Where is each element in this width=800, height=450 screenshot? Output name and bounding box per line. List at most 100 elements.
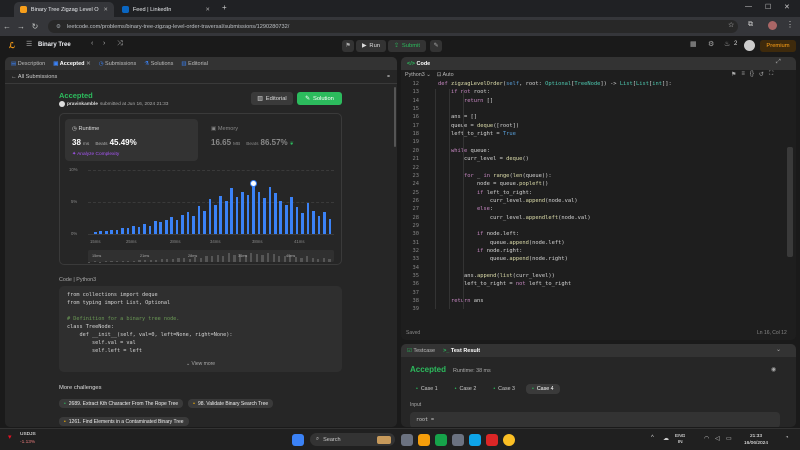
file-explorer-icon[interactable] — [418, 434, 430, 446]
close-tab-icon[interactable]: ✕ — [86, 61, 91, 67]
windows-start-icon[interactable] — [292, 434, 304, 446]
site-info-icon[interactable]: ⚙ — [56, 24, 61, 30]
share-link-icon[interactable]: ⚭ — [386, 73, 391, 80]
shuffle-icon[interactable]: ⤨ — [117, 40, 123, 48]
code-tab[interactable]: </> Code — [407, 61, 430, 67]
editorial-button[interactable]: ▥ Editorial — [251, 92, 293, 105]
runtime-box[interactable]: ◷ Runtime 38 ms Beats 45.49% ✦ Analyze C… — [65, 119, 198, 161]
check-square-icon: ☑ — [407, 347, 412, 354]
tab-description[interactable]: ▤ Description — [11, 61, 45, 67]
tray-chevron-icon[interactable]: ^ — [651, 435, 654, 441]
prev-problem-icon[interactable]: ‹ — [91, 40, 93, 47]
taskbar-search[interactable]: ⌕ Search — [310, 433, 395, 446]
language-indicator[interactable]: ENG IN — [675, 434, 685, 446]
fullscreen-icon[interactable]: ⛶ — [769, 71, 773, 78]
premium-button[interactable]: Premium — [760, 40, 796, 52]
browser-tab-linkedin[interactable]: Feed | LinkedIn ✕ — [116, 2, 216, 17]
format-icon[interactable]: ≡ — [741, 71, 745, 78]
submitted-code: from collections import deque from typing… — [67, 291, 233, 355]
tab-test-result[interactable]: >_ Test Result — [443, 348, 480, 354]
reload-icon[interactable]: ↻ — [28, 22, 42, 31]
task-view-icon[interactable] — [401, 434, 413, 446]
next-problem-icon[interactable]: › — [103, 40, 105, 47]
memory-box[interactable]: ▣ Memory 16.65 MB Beats 86.57% ❦ — [205, 119, 335, 161]
analyze-complexity-link[interactable]: ✦ Analyze Complexity — [72, 152, 119, 157]
histogram-bar — [186, 212, 190, 234]
reset-icon[interactable]: ↺ — [759, 71, 764, 78]
maximize-panel-icon[interactable]: ⤢ — [776, 59, 781, 66]
collapse-panel-icon[interactable]: ⌄ — [776, 346, 781, 353]
close-tab-icon[interactable]: ✕ — [103, 7, 108, 13]
challenge-chip[interactable]: • 1261. Find Elements in a Contaminated B… — [59, 417, 189, 426]
username[interactable]: pravinkamble — [67, 102, 98, 107]
case-tab-2[interactable]: • Case 2 — [449, 384, 483, 394]
minimize-icon[interactable]: — — [745, 3, 752, 10]
code-editor[interactable]: 12 def zigzagLevelOrder(self, root: Opti… — [401, 81, 796, 317]
tab-accepted[interactable]: ▣ Accepted ✕ — [53, 61, 90, 67]
line-code: if node.right: — [476, 248, 523, 254]
code-language-path: Code | Python3 — [59, 277, 97, 283]
problem-list-title[interactable]: Binary Tree — [38, 42, 71, 48]
cloud-icon[interactable]: ☁ — [663, 435, 669, 442]
notifications-icon[interactable]: ◔ — [785, 435, 789, 441]
stock-chart-icon[interactable]: ▾ — [8, 433, 12, 441]
close-tab-icon[interactable]: ✕ — [205, 7, 210, 13]
chrome-icon[interactable] — [503, 434, 515, 446]
case-tab-3[interactable]: • Case 3 — [487, 384, 521, 394]
language-select[interactable]: Python3 ⌄ — [405, 72, 431, 78]
eye-icon[interactable]: ◉ — [771, 366, 776, 373]
extensions-icon[interactable]: ⧉ — [748, 21, 753, 29]
run-button[interactable]: ▶ Run — [356, 40, 386, 52]
notes-icon[interactable]: ✎ — [430, 40, 442, 52]
tab-testcase[interactable]: ☑ Testcase — [407, 348, 435, 354]
battery-icon[interactable]: ▭ — [726, 435, 732, 442]
app-icon[interactable] — [486, 434, 498, 446]
beats-label: Beats — [95, 142, 108, 147]
solution-button[interactable]: ✎ Solution — [297, 92, 342, 105]
wifi-icon[interactable]: ◠ — [704, 435, 709, 442]
store-icon[interactable] — [452, 434, 464, 446]
case-tab-4[interactable]: • Case 4 — [525, 384, 560, 394]
case-tab-1[interactable]: • Case 1 — [410, 384, 444, 394]
auto-toggle[interactable]: ⊡ Auto — [437, 72, 454, 78]
left-scrollbar[interactable] — [394, 87, 396, 147]
runtime-histogram[interactable]: 10% 5% 0% — [64, 167, 339, 239]
x-tick-label: 15ms — [90, 239, 101, 244]
debug-icon[interactable]: ⚑ — [342, 40, 354, 52]
settings-gear-icon[interactable]: ⚙ — [708, 40, 714, 48]
braces-icon[interactable]: {} — [750, 71, 754, 78]
browser-menu-icon[interactable]: ⋮ — [786, 20, 794, 29]
new-tab-button[interactable]: + — [222, 3, 227, 12]
view-more-button[interactable]: ⌄ View more — [59, 361, 342, 367]
problem-list-icon[interactable]: ☰ — [26, 40, 32, 48]
editor-scrollbar[interactable] — [787, 147, 793, 257]
browser-tab-bar: Binary Tree Zigzag Level Order ✕ Feed | … — [0, 0, 800, 17]
bookmark-star-icon[interactable]: ☆ — [728, 21, 734, 29]
volume-icon[interactable]: ◁ — [715, 435, 720, 442]
layout-icon[interactable]: ▦ — [690, 40, 697, 48]
leetcode-logo-icon[interactable]: ℒ — [9, 41, 15, 50]
user-avatar[interactable] — [744, 40, 755, 51]
forward-icon[interactable]: → — [14, 22, 28, 31]
tab-submissions[interactable]: ◷ Submissions — [99, 61, 137, 67]
tab-solutions[interactable]: ⚗ Solutions — [144, 61, 173, 67]
close-window-icon[interactable]: ✕ — [784, 3, 790, 11]
challenge-chip[interactable]: • 98. Validate Binary Search Tree — [188, 399, 274, 408]
submit-button[interactable]: ⇪ Submit — [388, 40, 426, 52]
all-submissions-link[interactable]: ← All Submissions — [11, 74, 57, 80]
profile-avatar[interactable] — [768, 21, 777, 30]
challenge-chip[interactable]: • 2689. Extract Kth Character From The Ro… — [59, 399, 184, 408]
whatsapp-icon[interactable] — [435, 434, 447, 446]
tab-editorial[interactable]: ▥ Editorial — [181, 61, 208, 67]
clock[interactable]: 21:33 16/06/2024 — [744, 433, 768, 447]
edge-icon[interactable] — [469, 434, 481, 446]
url-bar[interactable]: ⚙ leetcode.com/problems/binary-tree-zigz… — [48, 20, 738, 33]
bookmark-icon[interactable]: ⚑ — [731, 71, 736, 78]
histogram-bar — [137, 226, 141, 234]
maximize-icon[interactable]: ☐ — [765, 3, 771, 11]
range-selector[interactable]: 15ms 21ms 28ms 34ms 40ms — [88, 250, 334, 262]
streak-fire-icon[interactable]: ♨ — [724, 40, 730, 48]
browser-tab-leetcode[interactable]: Binary Tree Zigzag Level Order ✕ — [14, 2, 114, 17]
date-label: 16/06/2024 — [744, 441, 769, 446]
back-icon[interactable]: ← — [0, 22, 14, 31]
